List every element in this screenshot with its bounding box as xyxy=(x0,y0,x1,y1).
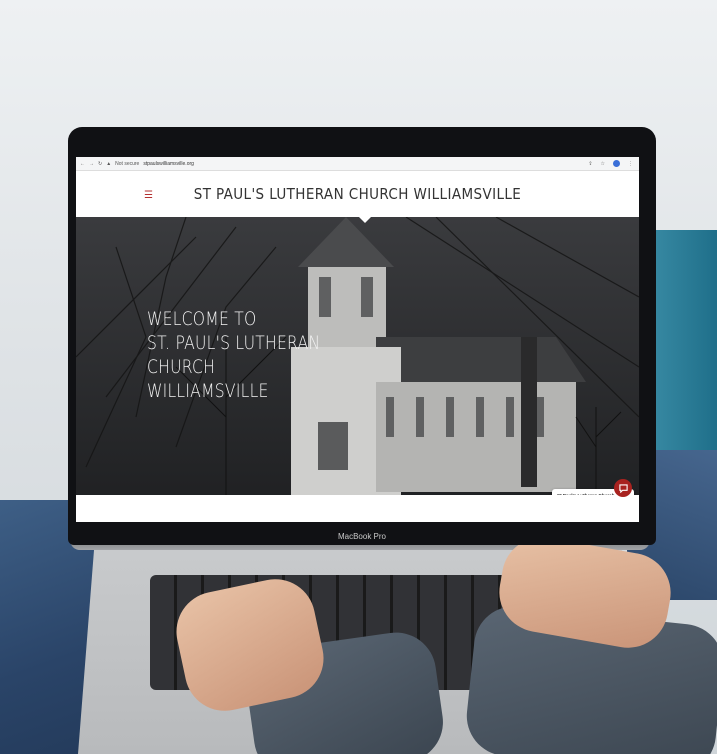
hero-banner: WELCOME TO ST. PAUL'S LUTHERAN CHURCH WI… xyxy=(76,217,639,522)
header-notch xyxy=(358,216,372,223)
page-footer-strip xyxy=(76,495,639,522)
hero-heading: WELCOME TO ST. PAUL'S LUTHERAN CHURCH WI… xyxy=(147,307,320,403)
laptop-screen: ← → ↻ ▲ Not secure stpaulswilliamsville.… xyxy=(76,157,639,522)
hero-line: CHURCH xyxy=(147,356,216,378)
hero-line: WILLIAMSVILLE xyxy=(147,380,269,402)
hamburger-menu-icon[interactable]: ☰ xyxy=(144,191,153,201)
profile-icon[interactable] xyxy=(613,160,620,167)
site-header: ☰ ST PAUL'S LUTHERAN CHURCH WILLIAMSVILL… xyxy=(76,171,639,217)
address-bar[interactable]: stpaulswilliamsville.org xyxy=(143,161,194,167)
device-label: MacBook Pro xyxy=(337,532,387,541)
star-icon[interactable]: ☆ xyxy=(601,161,605,167)
chat-bubble-glyph xyxy=(618,483,628,493)
photo-scene: MacBook Pro ← → ↻ ▲ Not secure stpaulswi… xyxy=(0,0,717,754)
reload-icon[interactable]: ↻ xyxy=(98,161,102,167)
share-icon[interactable]: ⇪ xyxy=(588,161,592,167)
back-icon[interactable]: ← xyxy=(80,161,85,167)
hero-line: WELCOME TO xyxy=(147,308,257,330)
chat-bubble-icon[interactable] xyxy=(614,479,632,497)
forward-icon[interactable]: → xyxy=(89,161,94,167)
site-title[interactable]: ST PAUL'S LUTHERAN CHURCH WILLIAMSVILLE xyxy=(194,185,521,203)
security-label[interactable]: Not secure xyxy=(115,161,139,167)
menu-icon[interactable]: ⋮ xyxy=(628,161,633,167)
browser-toolbar: ← → ↻ ▲ Not secure stpaulswilliamsville.… xyxy=(76,157,639,171)
browser-actions: ⇪ ☆ ⋮ xyxy=(584,160,639,167)
warning-icon: ▲ xyxy=(106,160,112,167)
hero-line: ST. PAUL'S LUTHERAN xyxy=(147,332,321,354)
